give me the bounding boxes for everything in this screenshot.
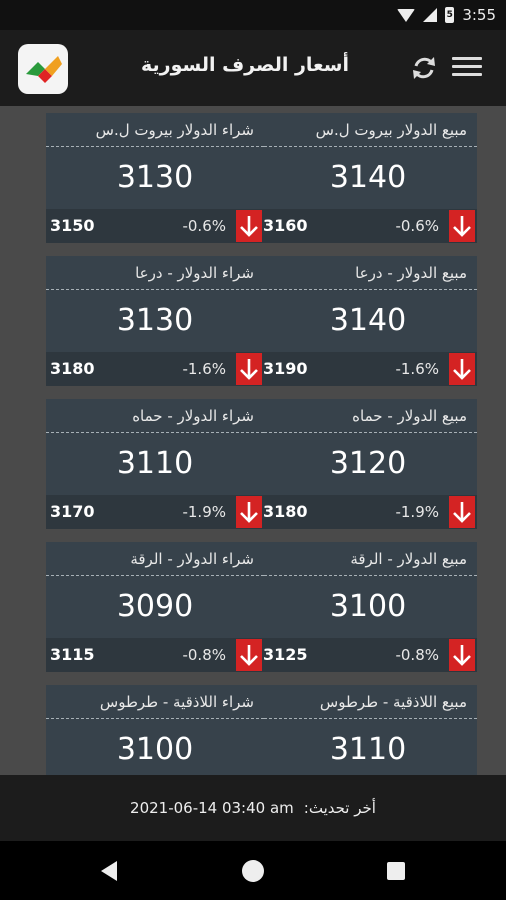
- rate-card-price: 3140: [329, 160, 407, 195]
- change-percent: -1.9%: [182, 503, 226, 521]
- status-time: 3:55: [462, 6, 496, 24]
- rate-card-price: 3100: [329, 589, 407, 624]
- arrow-down-icon: [449, 496, 475, 528]
- rate-card-title: مبيع الدولار - الرقة: [259, 542, 477, 576]
- rate-card-title: مبيع الدولار - حماه: [259, 399, 477, 433]
- refresh-icon: [413, 57, 435, 79]
- change-percent: -1.6%: [182, 360, 226, 378]
- previous-price: 3150: [50, 216, 95, 235]
- rate-card[interactable]: مبيع الدولار - درعا 3140 3190 -1.6%: [259, 256, 477, 386]
- change-percent: -1.6%: [395, 360, 439, 378]
- rate-card-title: شراء الدولار بيروت ل.س: [46, 113, 264, 147]
- rate-card[interactable]: مبيع الدولار - الرقة 3100 3125 -0.8%: [259, 542, 477, 672]
- change-percent: -0.8%: [395, 646, 439, 664]
- rate-card-title: شراء الدولار - حماه: [46, 399, 264, 433]
- rate-card-footer: 3115 -0.8%: [46, 638, 264, 672]
- arrow-down-icon: [236, 210, 262, 242]
- arrow-down-icon: [449, 210, 475, 242]
- previous-price: 3170: [50, 502, 95, 521]
- last-update-label: أخر تحديث:: [303, 799, 376, 817]
- app-title: أسعار الصرف السورية: [141, 54, 349, 76]
- rate-card[interactable]: مبيع الدولار بيروت ل.س 3140 3160 -0.6%: [259, 113, 477, 243]
- back-icon[interactable]: [101, 861, 117, 881]
- rate-card-price: 3110: [329, 732, 407, 767]
- rate-card-title: مبيع الدولار بيروت ل.س: [259, 113, 477, 147]
- rate-card-footer: 3160 -0.6%: [259, 209, 477, 243]
- rate-card[interactable]: شراء الدولار بيروت ل.س 3130 3150 -0.6%: [46, 113, 264, 243]
- rate-card-price: 3140: [329, 303, 407, 338]
- rate-card-footer: 3170 -1.9%: [46, 495, 264, 529]
- status-bar: 5 3:55: [0, 0, 506, 30]
- rate-card-price: 3090: [116, 589, 194, 624]
- rate-card[interactable]: مبيع اللاذقية - طرطوس 3110: [259, 685, 477, 775]
- rate-card-title: مبيع اللاذقية - طرطوس: [259, 685, 477, 719]
- rate-card-price: 3100: [116, 732, 194, 767]
- arrow-down-icon: [236, 496, 262, 528]
- rate-card-title: شراء الدولار - الرقة: [46, 542, 264, 576]
- change-percent: -1.9%: [395, 503, 439, 521]
- arrow-down-icon: [236, 353, 262, 385]
- previous-price: 3180: [50, 359, 95, 378]
- rates-grid[interactable]: مبيع الدولار بيروت ل.س 3140 3160 -0.6% ش…: [0, 106, 506, 775]
- rate-card[interactable]: شراء اللاذقية - طرطوس 3100: [46, 685, 264, 775]
- logo-icon: [26, 56, 62, 83]
- previous-price: 3180: [263, 502, 308, 521]
- rate-card-title: مبيع الدولار - درعا: [259, 256, 477, 290]
- rate-card-footer: 3180 -1.9%: [259, 495, 477, 529]
- menu-button[interactable]: [452, 52, 484, 84]
- menu-icon: [452, 57, 482, 60]
- rate-card[interactable]: شراء الدولار - درعا 3130 3180 -1.6%: [46, 256, 264, 386]
- rate-card-footer: 3150 -0.6%: [46, 209, 264, 243]
- rate-card-footer: 3180 -1.6%: [46, 352, 264, 386]
- arrow-down-icon: [449, 639, 475, 671]
- previous-price: 3125: [263, 645, 308, 664]
- rate-card-footer: 3190 -1.6%: [259, 352, 477, 386]
- rate-card-price: 3110: [116, 446, 194, 481]
- rate-card[interactable]: شراء الدولار - الرقة 3090 3115 -0.8%: [46, 542, 264, 672]
- last-update-time: 2021-06-14 03:40 am: [130, 799, 294, 817]
- wifi-icon: [397, 8, 416, 22]
- change-percent: -0.6%: [395, 217, 439, 235]
- battery-icon: 5: [445, 7, 455, 23]
- change-percent: -0.8%: [182, 646, 226, 664]
- previous-price: 3115: [50, 645, 95, 664]
- signal-icon: [423, 8, 438, 22]
- rate-card-title: شراء اللاذقية - طرطوس: [46, 685, 264, 719]
- rate-card-title: شراء الدولار - درعا: [46, 256, 264, 290]
- navigation-bar: [0, 841, 506, 900]
- rate-card-footer: 3125 -0.8%: [259, 638, 477, 672]
- rate-card[interactable]: شراء الدولار - حماه 3110 3170 -1.9%: [46, 399, 264, 529]
- previous-price: 3160: [263, 216, 308, 235]
- change-percent: -0.6%: [182, 217, 226, 235]
- app-logo: [18, 44, 68, 94]
- arrow-down-icon: [449, 353, 475, 385]
- rate-card-price: 3130: [116, 160, 194, 195]
- arrow-down-icon: [236, 639, 262, 671]
- rate-card-price: 3130: [116, 303, 194, 338]
- previous-price: 3190: [263, 359, 308, 378]
- rate-card-price: 3120: [329, 446, 407, 481]
- recent-apps-icon[interactable]: [387, 862, 405, 880]
- rate-card[interactable]: مبيع الدولار - حماه 3120 3180 -1.9%: [259, 399, 477, 529]
- home-icon[interactable]: [242, 860, 264, 882]
- last-update-bar: 2021-06-14 03:40 am أخر تحديث:: [0, 775, 506, 841]
- refresh-button[interactable]: [408, 52, 440, 84]
- app-bar: أسعار الصرف السورية: [0, 30, 506, 106]
